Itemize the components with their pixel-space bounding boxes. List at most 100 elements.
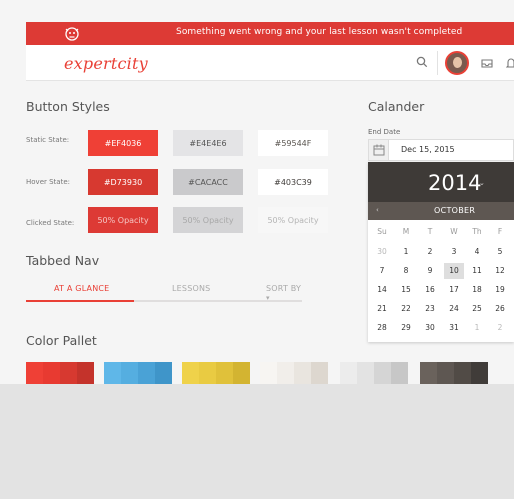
color-pallet-title: Color Pallet [26, 333, 97, 348]
calendar-day[interactable]: 25 [467, 301, 487, 317]
calendar-day[interactable]: 7 [372, 263, 392, 279]
calendar-day[interactable]: 2 [420, 244, 440, 260]
avatar[interactable] [445, 51, 469, 75]
calendar-day[interactable]: 4 [467, 244, 487, 260]
calendar-icon[interactable] [369, 140, 389, 160]
palette-swatch [121, 362, 138, 384]
logo[interactable]: expertcity [64, 54, 148, 73]
clicked-secondary-swatch[interactable]: 50% Opacity [173, 207, 243, 233]
calendar-day[interactable]: 16 [420, 282, 440, 298]
end-date-label: End Date [368, 128, 401, 136]
static-primary-swatch[interactable]: #EF4036 [88, 130, 158, 156]
style-guide-window: Something went wrong and your last lesso… [0, 0, 514, 384]
static-state-label: Static State: [26, 136, 70, 144]
calendar-day[interactable]: 1 [467, 320, 487, 336]
palette-swatch [182, 362, 199, 384]
calendar-day[interactable]: 9 [420, 263, 440, 279]
calendar-day[interactable]: 23 [420, 301, 440, 317]
calendar-day[interactable]: 30 [420, 320, 440, 336]
calendar-day[interactable]: 2 [490, 320, 510, 336]
calendar-day[interactable]: 30 [372, 244, 392, 260]
tabbed-nav-title: Tabbed Nav [26, 253, 100, 268]
palette-swatch [60, 362, 77, 384]
calendar-day[interactable]: 8 [396, 263, 416, 279]
hover-tertiary-swatch[interactable]: #403C39 [258, 169, 328, 195]
palette-yellow [182, 362, 250, 384]
calendar-day[interactable]: 24 [444, 301, 464, 317]
calendar-title: Calander [368, 99, 425, 114]
palette-red [26, 362, 94, 384]
palette-swatch [138, 362, 155, 384]
palette-swatch [155, 362, 172, 384]
error-message: Something went wrong and your last lesso… [176, 27, 463, 37]
calendar-day[interactable]: 11 [467, 263, 487, 279]
calendar-day[interactable]: 28 [372, 320, 392, 336]
palette-swatch [454, 362, 471, 384]
palette-cream [260, 362, 328, 384]
tab-lessons[interactable]: LESSONS [172, 284, 210, 293]
palette-swatch [471, 362, 488, 384]
calendar-day-selected[interactable]: 10 [444, 263, 464, 279]
calendar-day[interactable]: 19 [490, 282, 510, 298]
error-banner: Something went wrong and your last lesso… [26, 22, 514, 45]
palette-gray [340, 362, 408, 384]
palette-swatch [374, 362, 391, 384]
screenshot-stage: Something went wrong and your last lesso… [0, 0, 514, 499]
year-chevron-down-icon[interactable]: ⌄ [479, 179, 485, 187]
calendar-day[interactable]: 14 [372, 282, 392, 298]
tab-at-a-glance[interactable]: AT A GLANCE [54, 284, 109, 293]
hover-primary-swatch[interactable]: #D73930 [88, 169, 158, 195]
calendar-month-bar: ‹ OCTOBER [368, 202, 514, 220]
palette-swatch [294, 362, 311, 384]
clicked-primary-swatch[interactable]: 50% Opacity [88, 207, 158, 233]
calendar-day[interactable]: 26 [490, 301, 510, 317]
palette-swatch [357, 362, 374, 384]
avatar-face [453, 57, 462, 68]
empty-bottom-area [0, 384, 514, 499]
calendar-dropdown: 2014 ⌄ ‹ OCTOBER Su M T W Th F 30 1 2 3 4 5 7 8 9 10 11 1… [368, 162, 514, 342]
weekday-header: Th [472, 227, 482, 236]
hover-secondary-swatch[interactable]: #CACACC [173, 169, 243, 195]
sort-by-label: SORT BY [266, 284, 302, 293]
calendar-day[interactable]: 18 [467, 282, 487, 298]
end-date-field[interactable]: Dec 15, 2015 [368, 139, 514, 161]
static-tertiary-swatch[interactable]: #59544F [258, 130, 328, 156]
palette-swatch [77, 362, 94, 384]
calendar-month: OCTOBER [434, 206, 476, 215]
palette-swatch [391, 362, 408, 384]
clicked-state-label: Clicked State: [26, 219, 75, 227]
calendar-day[interactable]: 17 [444, 282, 464, 298]
weekday-header: Su [377, 227, 387, 236]
palette-swatch [216, 362, 233, 384]
palette-dark [420, 362, 488, 384]
static-secondary-swatch[interactable]: #E4E4E6 [173, 130, 243, 156]
tab-sort-by[interactable]: SORT BY ▾ [266, 284, 302, 302]
calendar-day[interactable]: 1 [396, 244, 416, 260]
weekday-header: F [497, 227, 503, 236]
inbox-icon[interactable] [481, 59, 493, 68]
palette-swatch [233, 362, 250, 384]
notifications-icon[interactable] [506, 57, 514, 69]
calendar-day[interactable]: 22 [396, 301, 416, 317]
search-icon[interactable] [416, 56, 428, 68]
weekday-header: T [427, 227, 433, 236]
calendar-day[interactable]: 31 [444, 320, 464, 336]
hover-state-label: Hover State: [26, 178, 70, 186]
palette-swatch [199, 362, 216, 384]
prev-month-icon[interactable]: ‹ [376, 206, 379, 214]
palette-swatch [26, 362, 43, 384]
active-tab-indicator [26, 300, 134, 302]
calendar-day[interactable]: 21 [372, 301, 392, 317]
calendar-day[interactable]: 3 [444, 244, 464, 260]
clicked-tertiary-swatch[interactable]: 50% Opacity [258, 207, 328, 233]
navbar-divider [437, 51, 438, 75]
palette-swatch [437, 362, 454, 384]
calendar-day[interactable]: 12 [490, 263, 510, 279]
calendar-day[interactable]: 5 [490, 244, 510, 260]
calendar-day[interactable]: 29 [396, 320, 416, 336]
palette-swatch [420, 362, 437, 384]
chevron-down-icon: ▾ [266, 294, 270, 302]
calendar-day[interactable]: 15 [396, 282, 416, 298]
calendar-year[interactable]: 2014 [428, 171, 481, 195]
palette-blue [104, 362, 172, 384]
